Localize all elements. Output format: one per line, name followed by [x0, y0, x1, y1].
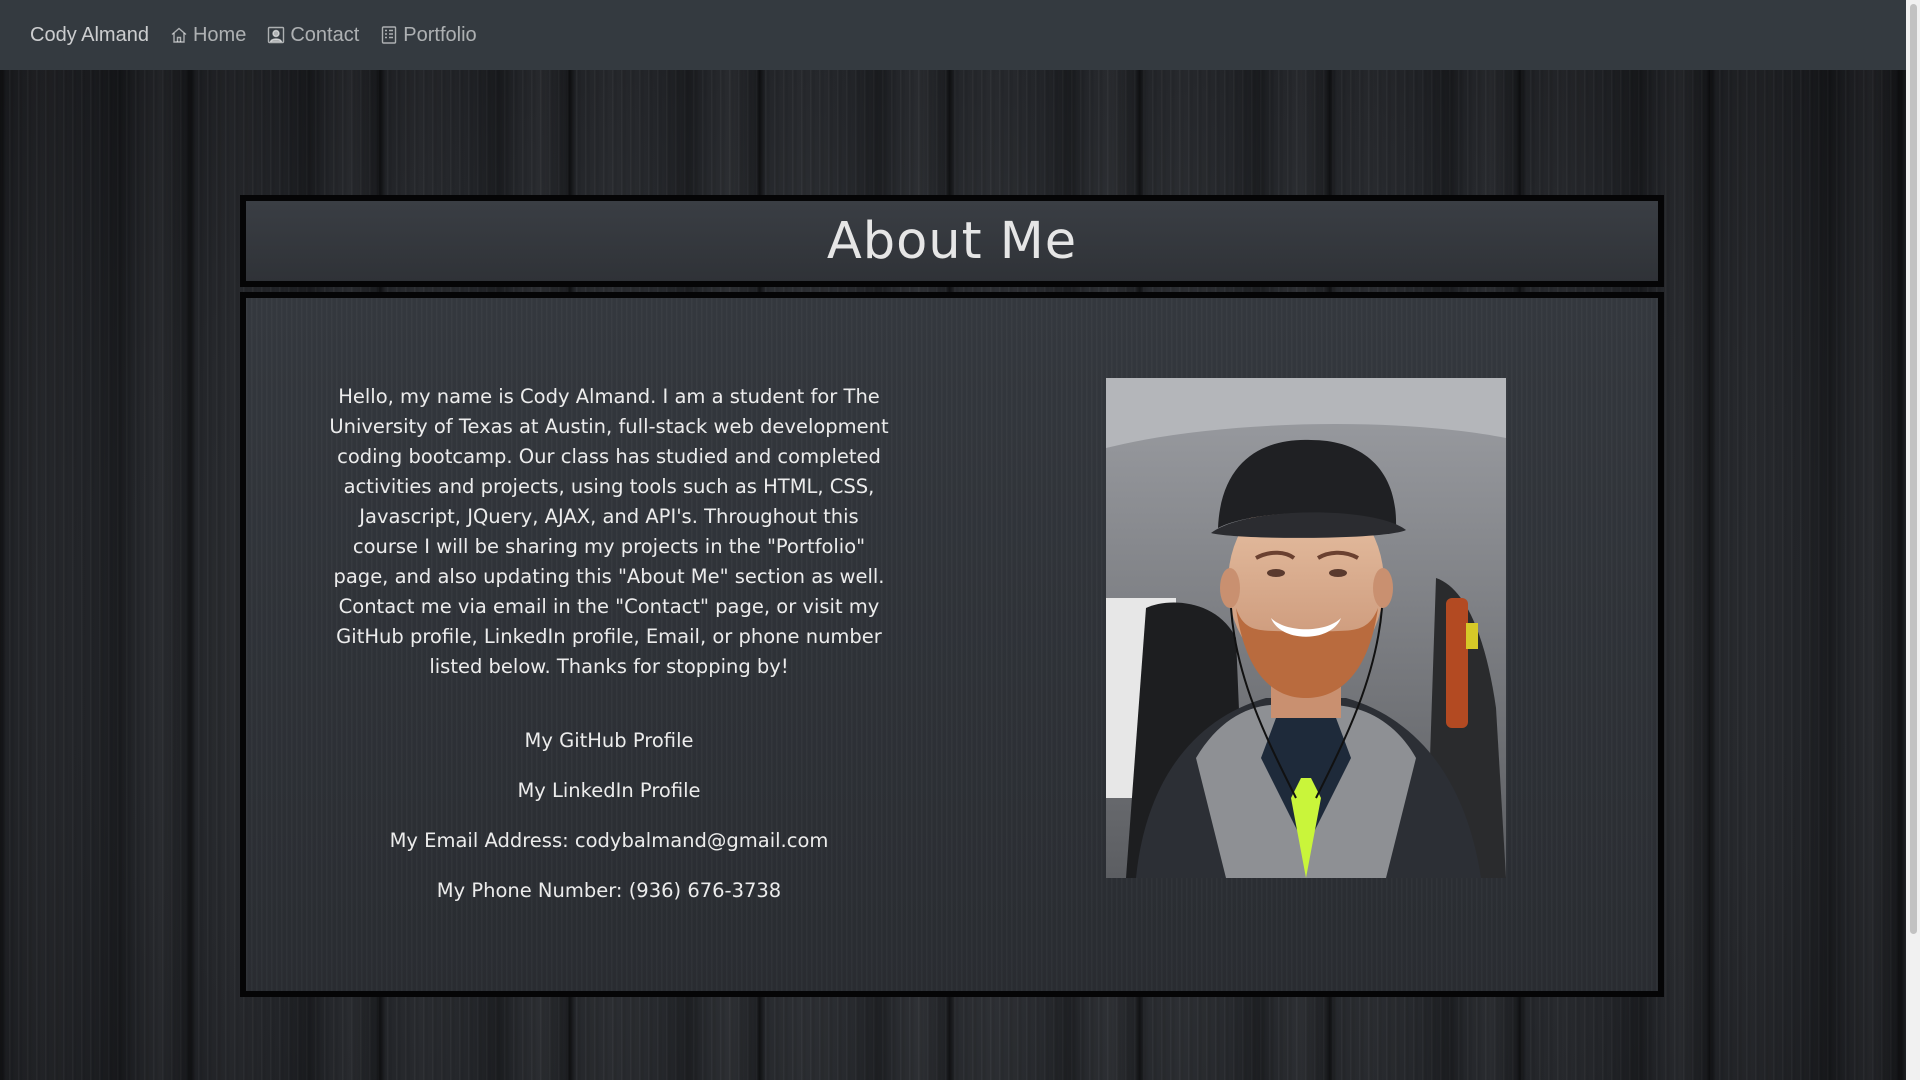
- nav-home-link[interactable]: Home: [169, 24, 246, 47]
- home-icon: [169, 25, 189, 45]
- email-address[interactable]: My Email Address: codybalmand@gmail.com: [324, 829, 894, 879]
- page-scrollbar[interactable]: [1906, 0, 1920, 1080]
- nav-home-label: Home: [192, 23, 247, 46]
- contact-icon: [266, 25, 286, 45]
- scrollbar-thumb[interactable]: [1910, 4, 1917, 934]
- github-profile-link[interactable]: My GitHub Profile: [324, 729, 894, 779]
- profile-photo-illustration: [1106, 378, 1506, 878]
- contact-links: My GitHub Profile My LinkedIn Profile My…: [324, 729, 894, 929]
- brand-link[interactable]: Cody Almand: [30, 24, 149, 47]
- bio-paragraph: Hello, my name is Cody Almand. I am a st…: [329, 385, 889, 678]
- page-title: About Me: [826, 211, 1078, 271]
- about-content-panel: Hello, my name is Cody Almand. I am a st…: [240, 292, 1664, 997]
- phone-number: My Phone Number: (936) 676-3738: [436, 879, 782, 902]
- linkedin-profile-link[interactable]: My LinkedIn Profile: [324, 779, 894, 829]
- nav-portfolio-link[interactable]: Portfolio: [379, 23, 477, 47]
- nav-contact-link[interactable]: Contact: [266, 24, 359, 47]
- nav-portfolio-label: Portfolio: [403, 23, 477, 46]
- portfolio-icon: [379, 25, 399, 45]
- profile-photo: [1106, 378, 1506, 878]
- nav-contact-label: Contact: [290, 23, 360, 46]
- top-navbar: Cody Almand Home Contact Portfolio: [0, 0, 1906, 70]
- about-header-panel: About Me: [240, 195, 1664, 287]
